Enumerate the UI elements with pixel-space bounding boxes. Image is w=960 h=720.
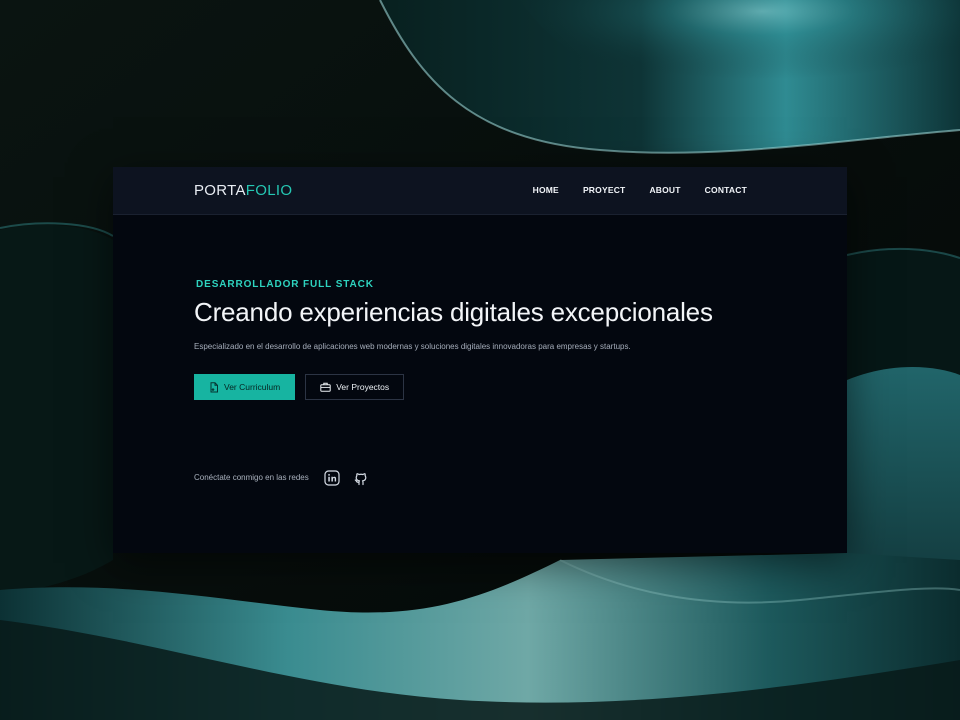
briefcase-icon <box>320 382 331 392</box>
view-resume-button[interactable]: Ver Curriculum <box>194 374 296 400</box>
nav-contact-link[interactable]: CONTACT <box>705 185 747 195</box>
nav-about-link[interactable]: ABOUT <box>649 185 680 195</box>
social-caption: Conéctate conmigo en las redes <box>194 473 309 482</box>
nav-proyect-link[interactable]: PROYECT <box>583 185 626 195</box>
nav-home-link[interactable]: HOME <box>533 185 559 195</box>
social-links: Conéctate conmigo en las redes <box>194 468 371 487</box>
document-icon <box>209 381 219 393</box>
linkedin-icon[interactable] <box>323 468 342 487</box>
logo-text-primary: PORTA <box>194 182 246 199</box>
hero-eyebrow: DESARROLLADOR FULL STACK <box>196 279 374 290</box>
navbar: PORTAFOLIO HOME PROYECT ABOUT CONTACT <box>113 167 847 215</box>
github-icon[interactable] <box>352 468 371 487</box>
hero-section: DESARROLLADOR FULL STACK Creando experie… <box>194 279 794 351</box>
view-resume-label: Ver Curriculum <box>224 382 281 392</box>
nav-menu: HOME PROYECT ABOUT CONTACT <box>533 185 747 195</box>
hero-subtitle: Especializado en el desarrollo de aplica… <box>194 342 631 351</box>
logo[interactable]: PORTAFOLIO <box>194 182 292 199</box>
logo-text-accent: FOLIO <box>245 182 293 199</box>
portfolio-window: PORTAFOLIO HOME PROYECT ABOUT CONTACT DE… <box>113 167 847 553</box>
hero-headline: Creando experiencias digitales excepcion… <box>194 297 713 327</box>
hero-actions: Ver Curriculum Ver Proyectos <box>194 374 405 400</box>
view-projects-button[interactable]: Ver Proyectos <box>305 374 405 400</box>
view-projects-label: Ver Proyectos <box>336 382 390 392</box>
